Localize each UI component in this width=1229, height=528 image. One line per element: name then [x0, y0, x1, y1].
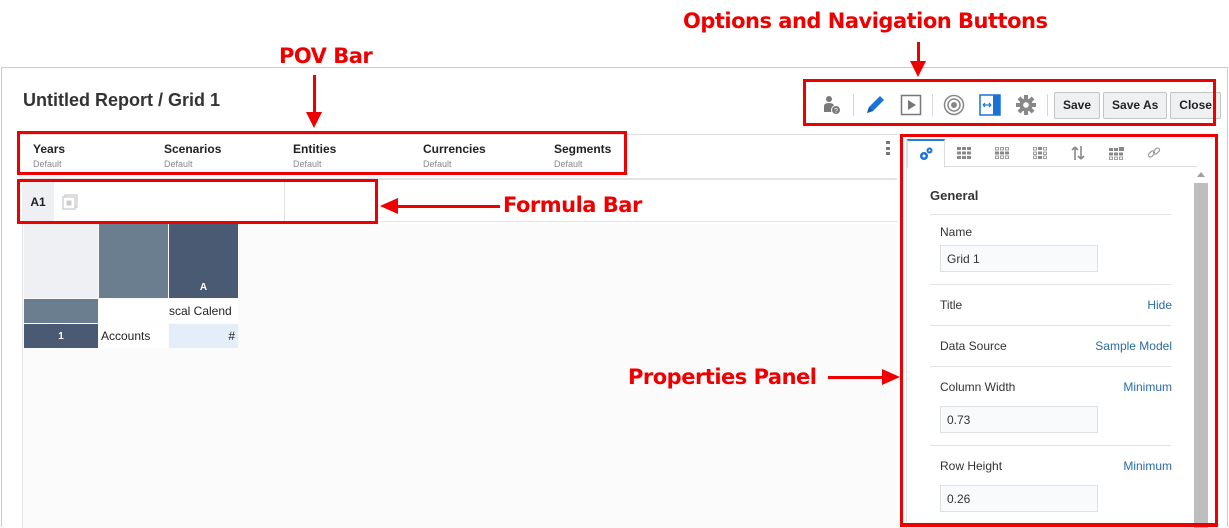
annotation-box-formula [17, 179, 378, 224]
annotation-arrow-line [396, 205, 500, 208]
arrow-right-icon [882, 369, 900, 385]
annotation-properties-label: Properties Panel [628, 365, 817, 389]
annotation-arrow-line [917, 42, 920, 62]
column-member-cell[interactable]: scal Calend [169, 299, 238, 323]
annotation-arrow-line [313, 75, 316, 113]
page-title: Untitled Report / Grid 1 [23, 90, 221, 110]
column-header-row[interactable] [24, 299, 98, 323]
row-member-cell[interactable]: Accounts [99, 324, 168, 348]
annotation-options-label: Options and Navigation Buttons [683, 9, 1048, 33]
grid-cell-empty[interactable] [99, 299, 168, 323]
annotation-pov-label: POV Bar [279, 44, 373, 68]
column-header-a[interactable]: A [169, 224, 238, 298]
grid-corner [24, 224, 98, 298]
annotation-box-properties [900, 134, 1218, 527]
annotation-box-options [803, 79, 1216, 126]
annotation-arrow-line [828, 376, 884, 379]
more-options-icon[interactable] [886, 141, 890, 155]
arrow-down-icon [910, 61, 926, 77]
annotation-box-pov [17, 131, 627, 175]
row-header-column[interactable] [99, 224, 168, 298]
annotation-formula-label: Formula Bar [503, 193, 642, 217]
row-header-1[interactable]: 1 [24, 324, 98, 348]
data-cell[interactable]: # [169, 324, 238, 348]
arrow-down-icon [306, 112, 322, 128]
